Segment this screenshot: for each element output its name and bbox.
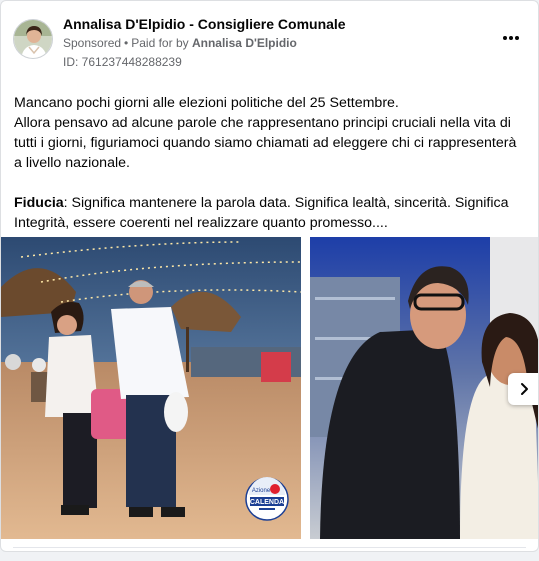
more-options-button[interactable] [498,29,524,47]
post-text-paragraph: Fiducia: Significa mantenere la parola d… [14,193,528,233]
post-text-line: Allora pensavo ad alcune parole che rapp… [14,115,517,171]
badge-top-text: Azione [252,488,271,494]
campaign-logo-badge: Azione CALENDA [245,477,289,521]
image-carousel: Azione CALENDA [1,237,538,539]
sponsored-meta: Sponsored • Paid for by Annalisa D'Elpidio [63,36,297,50]
page-avatar[interactable] [13,19,53,59]
post-body-text: Mancano pochi giorni alle elezioni polit… [14,93,528,233]
carousel-next-button[interactable] [508,373,538,405]
meta-separator: • [124,36,129,50]
indoor-couple-photo [310,237,538,539]
badge-main-text: CALENDA [250,499,284,506]
chevron-right-icon [521,383,528,395]
sponsored-label: Sponsored [63,36,122,50]
ad-id: ID: 761237448288239 [63,55,182,69]
post-text-bold: Fiducia [14,195,64,211]
avatar-image [14,20,52,58]
paid-for-name[interactable]: Annalisa D'Elpidio [192,36,297,50]
more-horizontal-icon-dot [509,36,513,40]
carousel-photo[interactable] [310,237,538,539]
card-divider [13,547,526,548]
post-text-rest: : Significa mantenere la parola data. Si… [14,195,509,231]
more-horizontal-icon-dot [515,36,519,40]
page-name-link[interactable]: Annalisa D'Elpidio - Consigliere Comunal… [63,16,346,32]
post-header: Annalisa D'Elpidio - Consigliere Comunal… [13,13,526,69]
sponsored-post-card: Annalisa D'Elpidio - Consigliere Comunal… [0,0,539,552]
carousel-photo[interactable]: Azione CALENDA [1,237,301,539]
more-horizontal-icon [503,36,507,40]
post-text-line: Mancano pochi giorni alle elezioni polit… [14,95,399,111]
paid-for-prefix: Paid for by [131,36,189,50]
